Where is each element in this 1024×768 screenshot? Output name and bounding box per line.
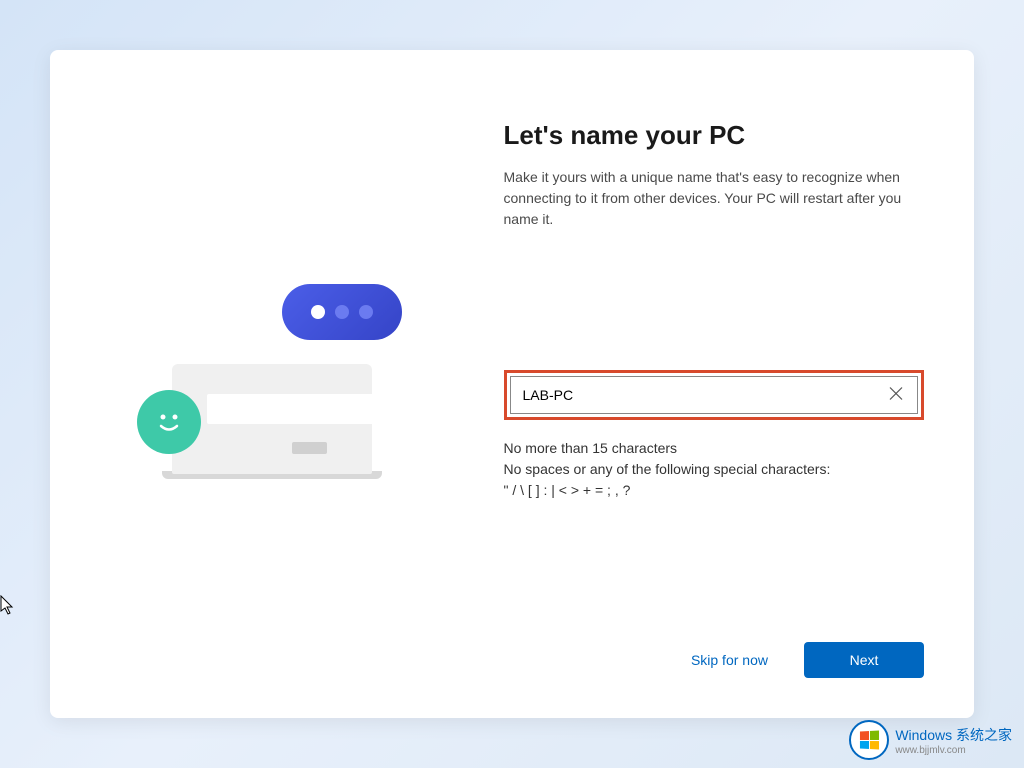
windows-logo-icon xyxy=(860,731,879,750)
laptop-screen-field xyxy=(207,394,377,424)
page-title: Let's name your PC xyxy=(504,120,924,151)
dot-icon xyxy=(335,305,349,319)
smile-icon xyxy=(151,404,187,440)
hint-line: No spaces or any of the following specia… xyxy=(504,459,924,480)
illustration-panel xyxy=(50,50,494,718)
watermark-url: www.bjjmlv.com xyxy=(895,745,1012,756)
setup-dialog: Let's name your PC Make it yours with a … xyxy=(50,50,974,718)
hint-line: " / \ [ ] : | < > + = ; , ? xyxy=(504,480,924,501)
content-panel: Let's name your PC Make it yours with a … xyxy=(494,50,974,718)
speech-bubble-icon xyxy=(282,284,402,340)
dot-icon xyxy=(311,305,325,319)
watermark-logo-icon xyxy=(849,720,889,760)
pc-illustration xyxy=(152,294,392,474)
button-row: Skip for now Next xyxy=(504,642,924,688)
input-hint: No more than 15 characters No spaces or … xyxy=(504,438,924,501)
dot-icon xyxy=(359,305,373,319)
watermark: Windows 系统之家 www.bjjmlv.com xyxy=(849,720,1012,760)
pc-name-input[interactable] xyxy=(510,376,918,414)
pc-name-input-wrapper xyxy=(504,370,924,420)
clear-input-button[interactable] xyxy=(885,383,907,408)
close-icon xyxy=(889,387,903,401)
skip-button[interactable]: Skip for now xyxy=(671,642,788,678)
watermark-text: Windows 系统之家 www.bjjmlv.com xyxy=(895,725,1012,756)
cursor-arrow-icon xyxy=(0,595,16,617)
page-description: Make it yours with a unique name that's … xyxy=(504,167,924,230)
laptop-body-shape xyxy=(172,364,372,474)
next-button[interactable]: Next xyxy=(804,642,924,678)
watermark-title: Windows 系统之家 xyxy=(895,725,1012,745)
laptop-button-shape xyxy=(292,442,327,454)
smiley-face-icon xyxy=(137,390,201,454)
hint-line: No more than 15 characters xyxy=(504,438,924,459)
